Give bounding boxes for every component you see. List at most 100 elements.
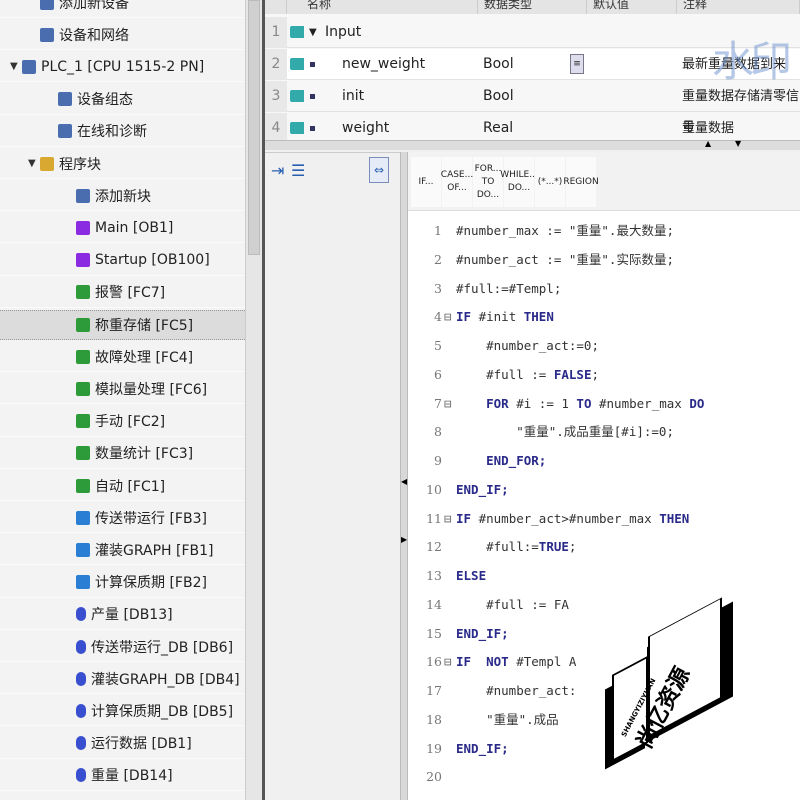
tree-item[interactable]: 称重存储 [FC5] (0, 310, 245, 340)
fold-toggle-icon[interactable]: ⊟ (444, 648, 452, 677)
line-number: 12 (426, 539, 442, 555)
tree-item[interactable]: 设备和网络 (0, 20, 245, 51)
header-name[interactable]: 名称 (287, 0, 478, 14)
code-line[interactable]: 19 END_IF; (408, 735, 800, 764)
var-name[interactable]: new_weight (342, 49, 425, 80)
tree-item[interactable]: 手动 [FC2] (0, 407, 245, 437)
tree-item[interactable]: Startup [OB100] (0, 246, 245, 276)
input-pin-icon (290, 122, 304, 134)
collapse-arrow-icon[interactable]: ▼ (309, 17, 317, 48)
code-line[interactable]: 8 "重量".成品重量[#i]:=0; (408, 418, 800, 447)
line-number: 4 (434, 309, 442, 325)
diag-icon (58, 124, 72, 139)
var-type[interactable]: Bool (483, 81, 514, 112)
snippet-button[interactable]: (*...*) (535, 157, 565, 207)
fc-icon (76, 478, 90, 493)
tree-item-label: 计算保质期_DB [DB5] (91, 703, 234, 720)
code-text: IF #init THEN (456, 309, 554, 325)
scroll-up-icon[interactable]: ▲ (705, 139, 711, 148)
tree-item[interactable]: 产量 [DB13] (0, 600, 245, 630)
line-number: 19 (426, 740, 442, 756)
tree-item[interactable]: 运行数据 [DB1] (0, 729, 245, 759)
type-picker-icon[interactable]: ≡ (570, 54, 584, 74)
code-text: END_IF; (456, 740, 509, 756)
var-type[interactable]: Bool (483, 49, 514, 80)
tree-item[interactable]: 灌装GRAPH_DB [DB4] (0, 664, 245, 695)
tree-item-label: 故障处理 [FC4] (95, 349, 194, 366)
tree-item[interactable]: 在线和诊断 (0, 117, 245, 147)
code-line[interactable]: 9 END_FOR; (408, 447, 800, 476)
fc-icon (76, 381, 90, 396)
code-text: FOR #i := 1 TO #number_max DO (486, 395, 705, 411)
code-line[interactable]: 20 (408, 763, 800, 792)
snippet-button[interactable]: WHILE... DO... (500, 157, 538, 207)
code-text: ELSE (456, 568, 487, 583)
tree-item[interactable]: 自动 [FC1] (0, 471, 245, 501)
snippet-button[interactable]: REGION (563, 157, 599, 207)
expand-right-icon[interactable]: ▶ (401, 535, 407, 544)
scrollbar-thumb[interactable] (248, 0, 260, 255)
tree-item[interactable]: 传送带运行 [FB3] (0, 503, 245, 534)
code-line[interactable]: 12 #full:=TRUE; (408, 533, 800, 562)
code-line[interactable]: 4 ⊟ IF #init THEN (408, 303, 800, 332)
collapse-left-icon[interactable]: ◀ (401, 477, 407, 486)
tree-item[interactable]: Main [OB1] (0, 213, 245, 244)
code-line[interactable]: 14 #full := FA (408, 591, 800, 620)
fold-toggle-icon[interactable]: ⊟ (444, 303, 452, 332)
watermark-text: 水印 (712, 37, 792, 86)
fold-toggle-icon[interactable]: ⊟ (444, 505, 452, 534)
fold-toggle-icon[interactable]: ⊟ (444, 390, 452, 419)
var-name[interactable]: init (342, 81, 364, 112)
code-text: #number_act: (456, 683, 577, 698)
tree-item[interactable]: 系统块 (0, 793, 245, 800)
line-number: 3 (434, 280, 442, 296)
tree-item[interactable]: ▼ 程序块 (0, 149, 245, 179)
code-line[interactable]: 7 ⊟ FOR #i := 1 TO #number_max DO (408, 390, 800, 419)
expand-arrow-icon[interactable]: ▼ (10, 61, 22, 72)
tree-scrollbar[interactable] (245, 0, 262, 800)
tree-item[interactable]: 数量统计 [FC3] (0, 439, 245, 469)
var-name[interactable]: Input (325, 17, 361, 48)
tree-item-label: Main [OB1] (95, 219, 174, 236)
snippet-button[interactable]: IF... (411, 157, 441, 207)
tree-item[interactable]: 灌装GRAPH [FB1] (0, 535, 245, 566)
header-comment[interactable]: 注释 (677, 0, 800, 14)
expand-arrow-icon[interactable]: ▼ (28, 158, 40, 169)
toggle-width-button[interactable]: ⇔ (369, 157, 389, 183)
tree-item[interactable]: 计算保质期 [FB2] (0, 568, 245, 598)
code-line[interactable]: 1 #number_max := "重量".最大数量; (408, 217, 800, 246)
tree-item[interactable]: 添加新块 (0, 181, 245, 212)
snippet-button[interactable]: FOR... TO DO... (473, 157, 503, 207)
tree-item[interactable]: 设备组态 (0, 85, 245, 115)
tree-item[interactable]: 计算保质期_DB [DB5] (0, 696, 245, 727)
table-hscroll[interactable]: ▲ ▼ (265, 139, 800, 150)
code-line[interactable]: 6 #full := FALSE; (408, 361, 800, 390)
tree-item-label: 设备和网络 (59, 27, 129, 44)
tree-item[interactable]: 添加新设备 (0, 0, 245, 18)
tree-item[interactable]: 故障处理 [FC4] (0, 342, 245, 373)
db-icon (76, 768, 86, 783)
code-line[interactable]: 3 #full:=#Templ; (408, 275, 800, 304)
tree-item-label: 重量 [DB14] (91, 768, 173, 785)
tree-item[interactable]: ▼ PLC_1 [CPU 1515-2 PN] (0, 52, 245, 83)
editor-splitter[interactable]: ◀ ▶ (400, 152, 408, 800)
tree-item[interactable]: 报警 [FC7] (0, 278, 245, 308)
header-type[interactable]: 数据类型 (478, 0, 587, 14)
tree-item[interactable]: 重量 [DB14] (0, 761, 245, 791)
tree-item[interactable]: 传送带运行_DB [DB6] (0, 632, 245, 662)
indent-icon[interactable]: ⇥ (271, 161, 284, 180)
scroll-down-icon[interactable]: ▼ (735, 139, 741, 148)
line-number: 13 (426, 568, 442, 583)
outdent-icon[interactable]: ☰ (291, 161, 305, 180)
code-line[interactable]: 11 ⊟ IF #number_act>#number_max THEN (408, 505, 800, 534)
tree-item[interactable]: 模拟量处理 [FC6] (0, 374, 245, 405)
header-default[interactable]: 默认值 (587, 0, 677, 14)
snippet-button[interactable]: CASE... OF... (441, 157, 473, 207)
code-line[interactable]: 13 ELSE (408, 562, 800, 591)
code-line[interactable]: 2 #number_act := "重量".实际数量; (408, 246, 800, 275)
code-line[interactable]: 16 ⊟ IF NOT #Templ A (408, 648, 800, 677)
code-text: #number_act := "重量".实际数量; (456, 251, 674, 267)
code-line[interactable]: 5 #number_act:=0; (408, 332, 800, 361)
code-line[interactable]: 10 END_IF; (408, 476, 800, 505)
code-line[interactable]: 15 END_IF; (408, 620, 800, 649)
